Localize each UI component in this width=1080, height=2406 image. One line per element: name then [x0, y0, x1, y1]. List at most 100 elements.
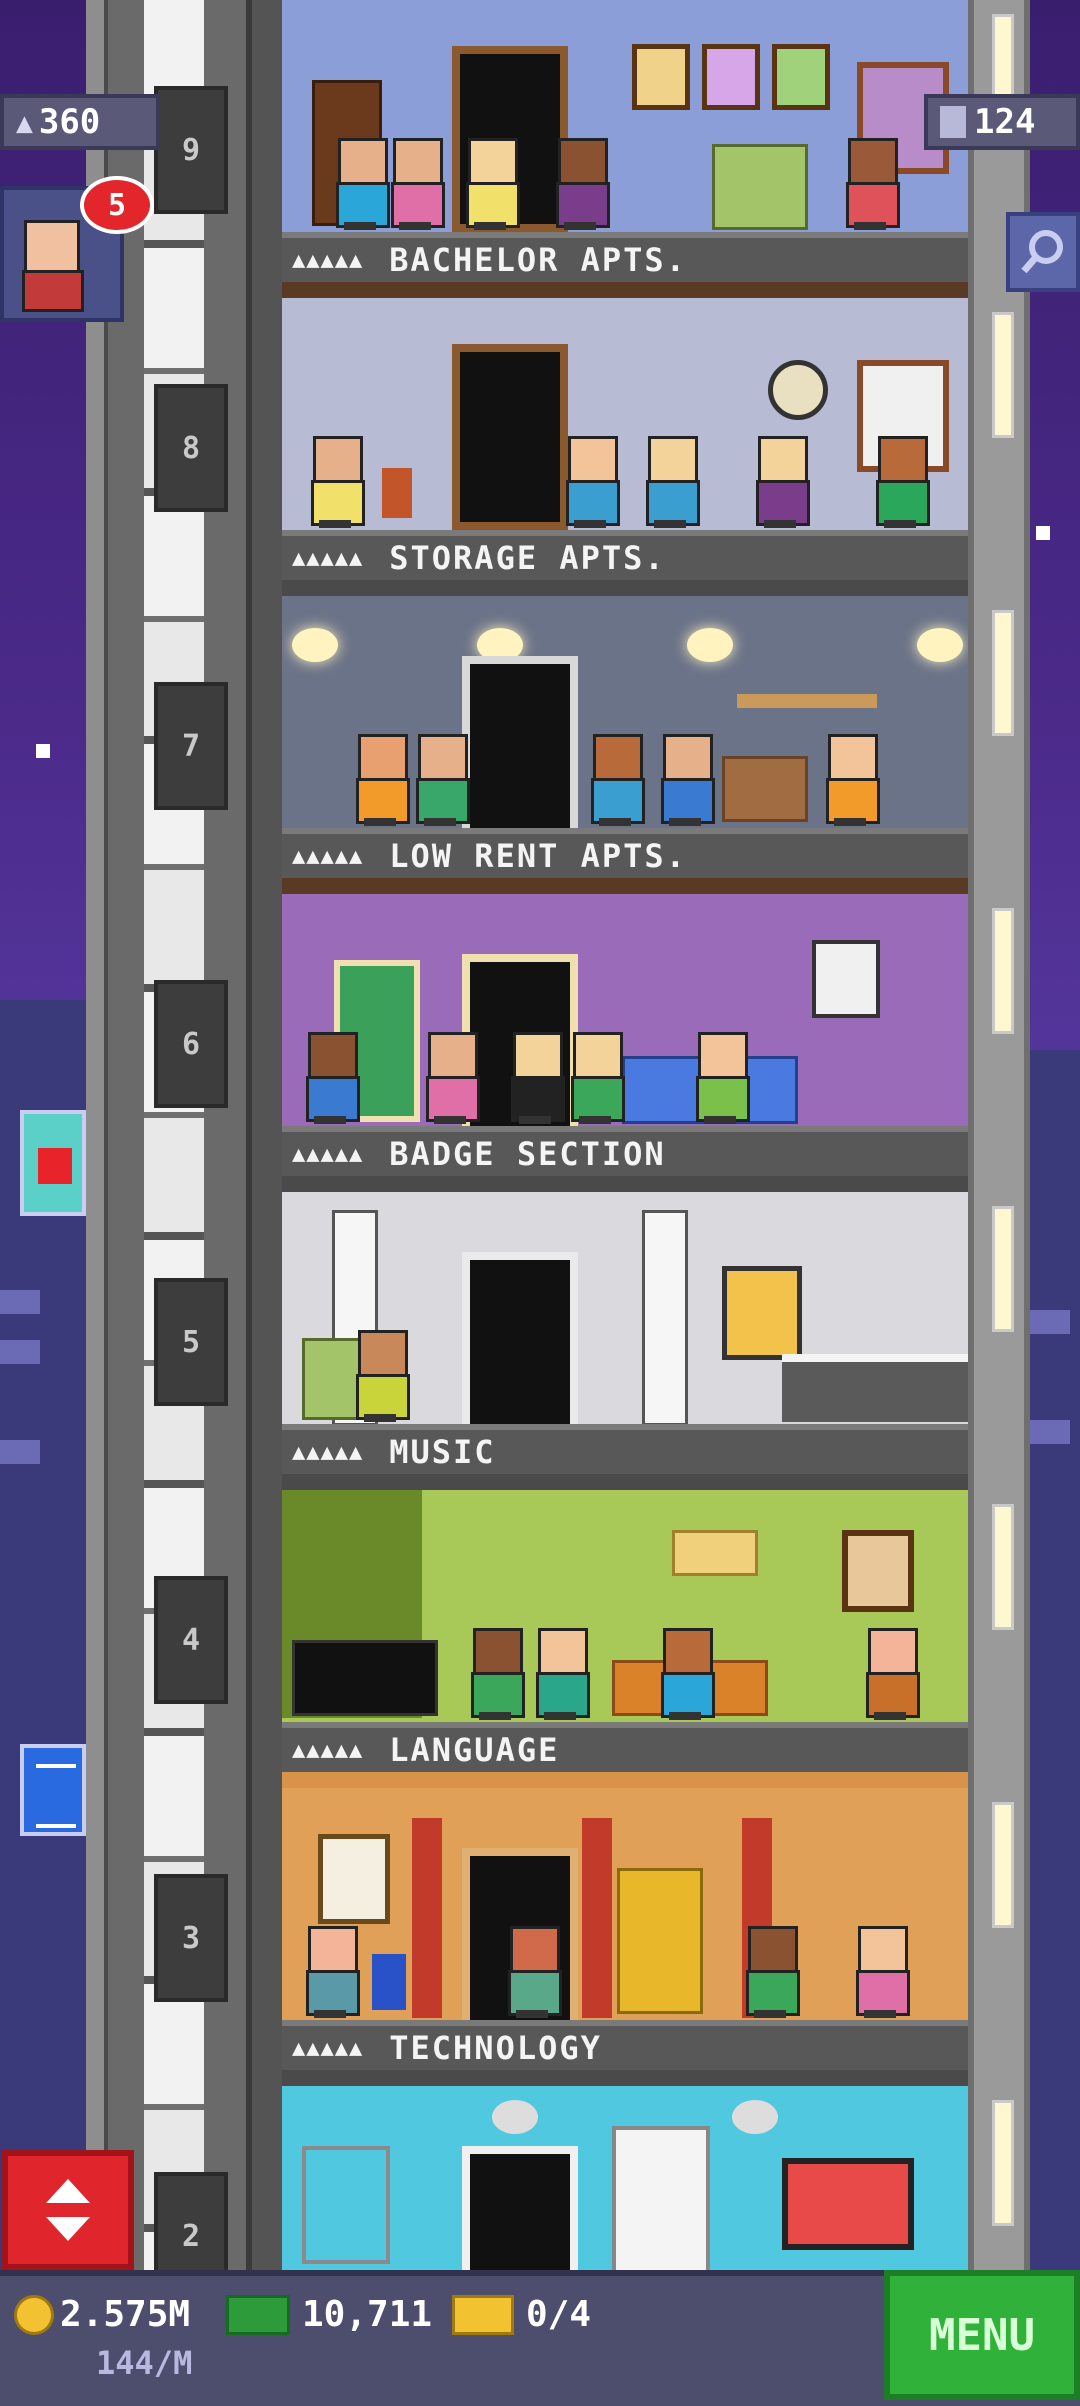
person-icon: ▲ — [16, 105, 33, 139]
resident[interactable] — [752, 436, 810, 528]
wall-light — [992, 1802, 1014, 1928]
floor-5-music[interactable]: ▲▲▲▲▲ MUSIC — [282, 1192, 968, 1492]
ceiling-lamp — [732, 2100, 778, 2134]
floor-number-8: 8 — [154, 384, 228, 512]
ceiling-lamp — [292, 628, 338, 662]
floor-9-bachelor-apts[interactable]: ▲▲▲▲▲ BACHELOR APTS. — [282, 0, 968, 300]
floor-sign: ▲▲▲▲▲ LOW RENT APTS. — [282, 828, 968, 878]
wall-light — [992, 610, 1014, 736]
floor-sign: ▲▲▲▲▲ LANGUAGE — [282, 1722, 968, 1772]
menu-button[interactable]: MENU — [884, 2270, 1080, 2400]
magnifier-icon — [1021, 230, 1063, 274]
resident-slots: ▲▲▲▲▲ — [292, 1141, 364, 1167]
floor-2[interactable] — [282, 2086, 968, 2270]
tickets-value: 0/4 — [526, 2294, 592, 2335]
resident-slots: ▲▲▲▲▲ — [292, 843, 364, 869]
wall-light — [992, 1504, 1014, 1630]
background-window — [0, 1440, 40, 1464]
resident[interactable] — [412, 734, 470, 826]
floor-8-storage-apts[interactable]: ▲▲▲▲▲ STORAGE APTS. — [282, 298, 968, 598]
floor-number-7: 7 — [154, 682, 228, 810]
resident[interactable] — [552, 138, 610, 230]
resident[interactable] — [307, 436, 365, 528]
resident-slots: ▲▲▲▲▲ — [292, 545, 364, 571]
background-window — [0, 1290, 40, 1314]
resident[interactable] — [462, 138, 520, 230]
ticket-icon — [452, 2294, 514, 2335]
resident[interactable] — [657, 1628, 715, 1720]
resident[interactable] — [842, 138, 900, 230]
resident[interactable] — [567, 1032, 625, 1124]
resident[interactable] — [587, 734, 645, 826]
star — [36, 744, 50, 758]
red-column — [582, 1818, 612, 2018]
floor-room — [282, 1788, 968, 2034]
floor-count-value: 124 — [974, 102, 1036, 142]
door — [462, 1252, 578, 1438]
floor-name: MUSIC — [389, 1433, 496, 1471]
resident[interactable] — [657, 734, 715, 826]
fries-icon — [38, 1148, 72, 1184]
resident[interactable] — [352, 734, 410, 826]
blue-vase — [372, 1954, 406, 2010]
floor-name: STORAGE APTS. — [389, 539, 666, 577]
resident[interactable] — [332, 138, 390, 230]
document-icon — [36, 1764, 76, 1828]
up-down-arrows-icon — [46, 2179, 90, 2241]
floor-4-language[interactable]: ▲▲▲▲▲ LANGUAGE — [282, 1490, 968, 1790]
resident[interactable] — [692, 1032, 750, 1124]
floor-7-low-rent-apts[interactable]: ▲▲▲▲▲ LOW RENT APTS. — [282, 596, 968, 896]
coins-rate-value: 144/M — [96, 2344, 193, 2382]
tickets-display[interactable]: 0/4 — [452, 2294, 591, 2335]
coins-display[interactable]: 2.575M — [14, 2294, 190, 2335]
shaft-rail-right — [246, 0, 282, 2270]
wall-light — [992, 2100, 1014, 2226]
grand-piano — [292, 1640, 438, 1716]
resident[interactable] — [302, 1926, 360, 2018]
elevator-button[interactable] — [2, 2150, 134, 2270]
plant-pot — [382, 468, 412, 518]
ceiling-lamp — [687, 628, 733, 662]
shelf — [737, 694, 877, 708]
resident[interactable] — [302, 1032, 360, 1124]
resident[interactable] — [822, 734, 880, 826]
resident[interactable] — [467, 1628, 525, 1720]
floor-count[interactable]: 124 — [924, 94, 1080, 150]
search-button[interactable] — [1006, 212, 1080, 292]
side-offer-food[interactable] — [20, 1110, 86, 1216]
floor-sign: ▲▲▲▲▲ STORAGE APTS. — [282, 530, 968, 580]
ceiling-lamp — [492, 2100, 538, 2134]
resident[interactable] — [352, 1330, 410, 1422]
resident[interactable] — [507, 1032, 565, 1124]
resident[interactable] — [532, 1628, 590, 1720]
fridge — [612, 2126, 710, 2270]
floor-name: LOW RENT APTS. — [389, 837, 687, 875]
notification-badge: 5 — [80, 176, 154, 234]
resident-slots: ▲▲▲▲▲ — [292, 2035, 364, 2061]
floor-number-3: 3 — [154, 1874, 228, 2002]
bux-display[interactable]: 10,711 — [226, 2294, 432, 2335]
resident[interactable] — [742, 1926, 800, 2018]
resident[interactable] — [504, 1926, 562, 2018]
floor-room — [282, 1490, 968, 1722]
ceiling-lamp — [917, 628, 963, 662]
wall-light — [992, 1206, 1014, 1332]
resident[interactable] — [422, 1032, 480, 1124]
resident[interactable] — [872, 436, 930, 528]
resident[interactable] — [387, 138, 445, 230]
side-offer-info[interactable] — [20, 1744, 86, 1836]
resident[interactable] — [852, 1926, 910, 2018]
population-counter[interactable]: ▲ 360 — [0, 94, 160, 150]
resident[interactable] — [862, 1628, 920, 1720]
floor-name: BACHELOR APTS. — [389, 241, 687, 279]
resident[interactable] — [562, 436, 620, 528]
floor-number-9: 9 — [154, 86, 228, 214]
bux-value: 10,711 — [302, 2294, 433, 2335]
floor-name: BADGE SECTION — [389, 1135, 666, 1173]
floor-sign: ▲▲▲▲▲ BADGE SECTION — [282, 1126, 968, 1176]
kitchen-counter — [782, 1354, 968, 1422]
resident[interactable] — [642, 436, 700, 528]
pillar — [642, 1210, 688, 1426]
floor-6-badge-section[interactable]: ▲▲▲▲▲ BADGE SECTION — [282, 894, 968, 1194]
floor-3-technology[interactable]: ▲▲▲▲▲ TECHNOLOGY — [282, 1788, 968, 2088]
